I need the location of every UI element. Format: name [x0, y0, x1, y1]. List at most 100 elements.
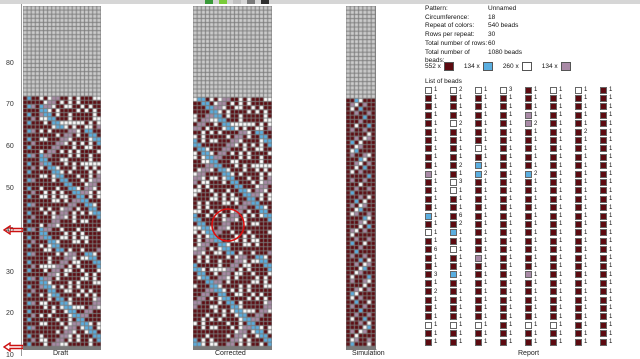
bead-list-entry[interactable]: 1: [575, 220, 587, 228]
bead-list-entry[interactable]: 1: [575, 237, 587, 245]
bead-list-entry[interactable]: 1: [575, 162, 587, 170]
bead-list-entry[interactable]: 1: [500, 271, 512, 279]
bead-list-entry[interactable]: 2: [450, 120, 462, 128]
bead-list-entry[interactable]: 1: [425, 313, 437, 321]
left-arrow-icon[interactable]: [3, 225, 25, 235]
bead-list-entry[interactable]: 1: [600, 170, 612, 178]
bead-list-entry[interactable]: 1: [600, 103, 612, 111]
bead-list-entry[interactable]: 1: [475, 94, 487, 102]
bead-list-entry[interactable]: 1: [450, 204, 462, 212]
bead-list-entry[interactable]: 1: [600, 136, 612, 144]
bead-list-entry[interactable]: 1: [450, 111, 462, 119]
bead-list-entry[interactable]: 1: [425, 103, 437, 111]
bead-list-entry[interactable]: 1: [475, 103, 487, 111]
bead-list-entry[interactable]: 1: [525, 212, 537, 220]
toolbar-color-swatch[interactable]: [247, 0, 255, 4]
bead-list-entry[interactable]: 1: [500, 220, 512, 228]
bead-list-entry[interactable]: 1: [525, 220, 537, 228]
bead-list-entry[interactable]: 1: [525, 254, 537, 262]
bead-list-entry[interactable]: 1: [575, 103, 587, 111]
bead-list-entry[interactable]: 1: [475, 254, 487, 262]
bead-list-entry[interactable]: 1: [525, 103, 537, 111]
bead-list-entry[interactable]: 1: [525, 262, 537, 270]
bead-list-entry[interactable]: 2: [525, 120, 537, 128]
bead-list-entry[interactable]: 1: [500, 153, 512, 161]
bead-list-entry[interactable]: 1: [575, 94, 587, 102]
bead-list-entry[interactable]: 1: [575, 321, 587, 329]
bead-list-entry[interactable]: 1: [525, 128, 537, 136]
bead-list-entry[interactable]: 1: [525, 195, 537, 203]
toolbar-color-swatch[interactable]: [205, 0, 213, 4]
bead-list-entry[interactable]: 1: [550, 136, 562, 144]
bead-list-entry[interactable]: 1: [450, 254, 462, 262]
bead-list-entry[interactable]: 1: [575, 178, 587, 186]
color-swatch[interactable]: [560, 62, 571, 71]
bead-list-entry[interactable]: 1: [475, 204, 487, 212]
bead-list-entry[interactable]: 1: [500, 136, 512, 144]
bead-list-entry[interactable]: 1: [550, 128, 562, 136]
bead-list-entry[interactable]: 1: [500, 279, 512, 287]
bead-list-entry[interactable]: 1: [600, 254, 612, 262]
simulation-grid[interactable]: [346, 6, 376, 350]
bead-list-entry[interactable]: 1: [600, 288, 612, 296]
bead-list-entry[interactable]: 1: [575, 111, 587, 119]
bead-list-entry[interactable]: 1: [575, 145, 587, 153]
bead-list-entry[interactable]: 1: [500, 212, 512, 220]
bead-list-entry[interactable]: 1: [525, 321, 537, 329]
bead-list-entry[interactable]: 2: [450, 220, 462, 228]
bead-list-entry[interactable]: 1: [450, 330, 462, 338]
bead-list-entry[interactable]: 1: [600, 162, 612, 170]
bead-list-entry[interactable]: 1: [475, 111, 487, 119]
bead-list-entry[interactable]: 1: [575, 170, 587, 178]
bead-list-entry[interactable]: 3: [450, 178, 462, 186]
bead-list-entry[interactable]: 1: [425, 145, 437, 153]
bead-list-entry[interactable]: 1: [500, 195, 512, 203]
bead-list-entry[interactable]: 1: [500, 120, 512, 128]
bead-list-entry[interactable]: 1: [425, 254, 437, 262]
bead-list-entry[interactable]: 1: [475, 304, 487, 312]
bead-list-entry[interactable]: 1: [500, 162, 512, 170]
bead-list-entry[interactable]: 1: [575, 304, 587, 312]
bead-list-entry[interactable]: 1: [425, 195, 437, 203]
bead-list-entry[interactable]: 1: [600, 128, 612, 136]
bead-list-entry[interactable]: 1: [450, 262, 462, 270]
toolbar-color-swatch[interactable]: [233, 0, 241, 4]
bead-list-entry[interactable]: 1: [450, 195, 462, 203]
bead-list-entry[interactable]: 1: [600, 237, 612, 245]
bead-list-entry[interactable]: 1: [575, 296, 587, 304]
bead-list-entry[interactable]: 1: [425, 111, 437, 119]
bead-list-entry[interactable]: 1: [550, 246, 562, 254]
bead-list-entry[interactable]: 1: [500, 321, 512, 329]
bead-list-entry[interactable]: 1: [600, 246, 612, 254]
bead-list-entry[interactable]: 1: [450, 128, 462, 136]
bead-list-entry[interactable]: 2: [475, 170, 487, 178]
bead-list-entry[interactable]: 1: [475, 128, 487, 136]
color-swatch[interactable]: [443, 62, 454, 71]
bead-list-entry[interactable]: 1: [550, 288, 562, 296]
bead-list-entry[interactable]: 1: [500, 296, 512, 304]
bead-list-entry[interactable]: 1: [550, 187, 562, 195]
bead-list-entry[interactable]: 1: [475, 212, 487, 220]
bead-list-entry[interactable]: 1: [575, 271, 587, 279]
bead-list-entry[interactable]: 1: [425, 120, 437, 128]
bead-list-entry[interactable]: 1: [600, 195, 612, 203]
bead-list-entry[interactable]: 1: [475, 246, 487, 254]
bead-list-entry[interactable]: 1: [550, 162, 562, 170]
bead-list-entry[interactable]: 1: [575, 262, 587, 270]
bead-list-entry[interactable]: 1: [525, 288, 537, 296]
bead-list-entry[interactable]: 1: [500, 288, 512, 296]
bead-list-entry[interactable]: 1: [500, 338, 512, 346]
bead-list-entry[interactable]: 1: [550, 204, 562, 212]
bead-list-entry[interactable]: 1: [450, 321, 462, 329]
bead-list-entry[interactable]: 1: [550, 212, 562, 220]
bead-list-entry[interactable]: 1: [500, 145, 512, 153]
bead-list-entry[interactable]: 1: [600, 296, 612, 304]
bead-list-entry[interactable]: 1: [600, 86, 612, 94]
bead-list-entry[interactable]: 1: [500, 178, 512, 186]
bead-list-entry[interactable]: 1: [500, 94, 512, 102]
bead-list-entry[interactable]: 1: [600, 145, 612, 153]
bead-list-entry[interactable]: 1: [425, 86, 437, 94]
bead-list-entry[interactable]: 1: [475, 153, 487, 161]
bead-list-entry[interactable]: 1: [575, 204, 587, 212]
bead-list-entry[interactable]: 1: [525, 136, 537, 144]
